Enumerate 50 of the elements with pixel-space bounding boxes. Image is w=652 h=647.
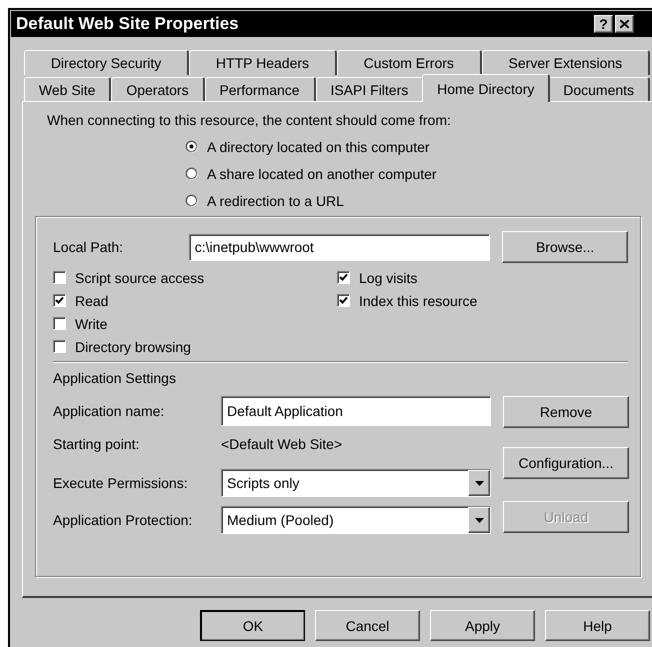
tab[interactable]: Server Extensions xyxy=(482,50,650,75)
checkbox[interactable] xyxy=(337,294,350,307)
button[interactable]: Help xyxy=(545,610,650,641)
tab[interactable]: Directory Security xyxy=(24,50,190,75)
radio-label[interactable]: A directory located on this computer xyxy=(207,138,430,154)
dropdown[interactable]: Medium (Pooled) xyxy=(221,506,491,534)
checkbox-label[interactable]: Write xyxy=(75,316,108,332)
radio-button[interactable] xyxy=(185,140,198,153)
browse-button[interactable]: Browse... xyxy=(502,231,628,263)
checkbox[interactable] xyxy=(53,294,66,307)
checkbox-label[interactable]: Directory browsing xyxy=(75,338,191,354)
tab[interactable]: ISAPI Filters xyxy=(316,77,424,102)
checkbox[interactable] xyxy=(337,271,350,284)
radio-label[interactable]: A share located on another computer xyxy=(207,166,437,182)
dropdown[interactable]: Scripts only xyxy=(221,469,491,497)
checkbox-label[interactable]: Read xyxy=(75,292,108,308)
field-label: Application name: xyxy=(53,403,166,419)
starting-point-value: <Default Web Site> xyxy=(221,436,342,452)
button[interactable]: Apply xyxy=(430,610,535,641)
section-title: Application Settings xyxy=(53,370,177,386)
checkbox-label[interactable]: Script source access xyxy=(75,270,204,286)
radio-button[interactable] xyxy=(185,167,198,180)
tab[interactable]: Custom Errors xyxy=(336,50,482,75)
radio-button[interactable] xyxy=(185,194,198,207)
window-title: Default Web Site Properties xyxy=(16,14,240,34)
tab[interactable]: HTTP Headers xyxy=(189,50,337,75)
checkbox[interactable] xyxy=(53,340,66,353)
button[interactable]: OK xyxy=(200,610,305,641)
radio-label[interactable]: A redirection to a URL xyxy=(207,192,344,208)
button[interactable]: Remove xyxy=(503,396,629,428)
field-label: Execute Permissions: xyxy=(53,475,189,491)
close-icon[interactable] xyxy=(615,15,634,33)
field-label: Local Path: xyxy=(53,239,124,255)
tab[interactable]: Operators xyxy=(111,77,205,102)
input-field[interactable]: c:\inetpub\wwwroot xyxy=(188,234,490,260)
field-label: Application Protection: xyxy=(53,512,194,528)
button[interactable]: Cancel xyxy=(315,610,420,641)
prompt-text: When connecting to this resource, the content should come from: xyxy=(47,112,452,128)
tab[interactable]: Home Directory xyxy=(422,74,550,102)
checkbox[interactable] xyxy=(53,271,66,284)
field-label: Starting point: xyxy=(53,436,140,452)
checkbox-label[interactable]: Log visits xyxy=(359,270,418,286)
tab[interactable]: Performance xyxy=(204,77,316,102)
checkbox-label[interactable]: Index this resource xyxy=(359,292,478,308)
input-field[interactable]: Default Application xyxy=(221,396,491,426)
checkbox[interactable] xyxy=(53,317,66,330)
help-button[interactable]: ? xyxy=(594,15,613,33)
tab[interactable]: Web Site xyxy=(24,77,112,102)
button[interactable]: Configuration... xyxy=(503,447,629,479)
tab[interactable]: Documents xyxy=(548,77,650,102)
